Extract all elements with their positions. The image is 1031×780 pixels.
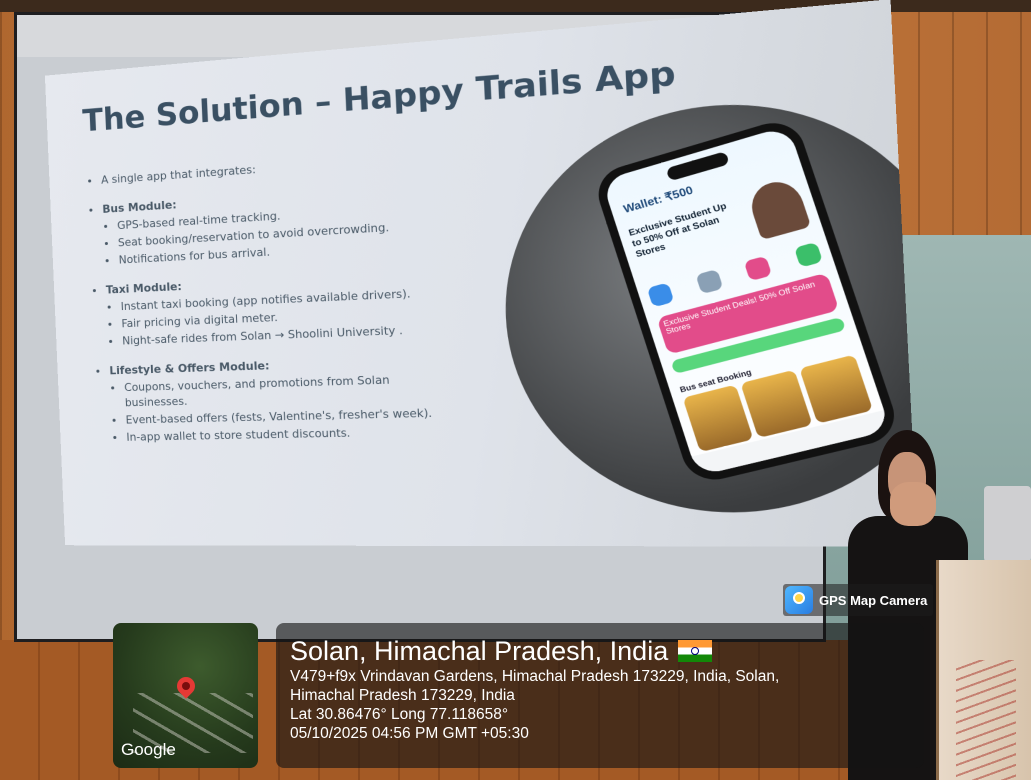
- slide-title: The Solution – Happy Trails App: [82, 55, 677, 140]
- phone-screen: Wallet: ₹500 Exclusive Student Up to 50%…: [602, 126, 891, 477]
- wallet-module-icon: [794, 242, 823, 268]
- location-info-box: Solan, Himachal Pradesh, India V479+f9x …: [276, 623, 924, 768]
- datetime: 05/10/2025 04:56 PM GMT +05:30: [290, 724, 910, 743]
- address-line-1: V479+f9x Vrindavan Gardens, Himachal Pra…: [290, 667, 910, 686]
- projected-slide: The Solution – Happy Trails App A single…: [45, 0, 918, 547]
- presenter-hand: [890, 482, 936, 526]
- bus-tile: [799, 354, 873, 423]
- location-title: Solan, Himachal Pradesh, India: [290, 635, 668, 667]
- bus-module-icon: [647, 282, 675, 307]
- gps-camera-logo-icon: [785, 586, 813, 614]
- india-flag-icon: [678, 640, 712, 662]
- gps-map-camera-badge: GPS Map Camera: [783, 584, 933, 616]
- projector-screen: The Solution – Happy Trails App A single…: [14, 12, 826, 642]
- phone-notch: [666, 151, 730, 181]
- laptop: [984, 486, 1031, 562]
- map-thumbnail: Google: [113, 623, 258, 768]
- location-title-row: Solan, Himachal Pradesh, India: [290, 635, 910, 667]
- bus-tile: [740, 370, 812, 438]
- offers-module-icon: [744, 256, 773, 282]
- podium-graphic: [956, 660, 1016, 780]
- gps-badge-label: GPS Map Camera: [819, 593, 927, 608]
- map-provider-label: Google: [121, 740, 176, 760]
- bus-tile: [683, 385, 754, 453]
- student-figure-icon: [745, 176, 811, 240]
- address-line-2: Himachal Pradesh 173229, India: [290, 686, 910, 705]
- slide-body: A single app that integrates: Bus Module…: [89, 147, 466, 449]
- coordinates: Lat 30.86476° Long 77.118658°: [290, 705, 910, 724]
- taxi-module-icon: [695, 269, 723, 294]
